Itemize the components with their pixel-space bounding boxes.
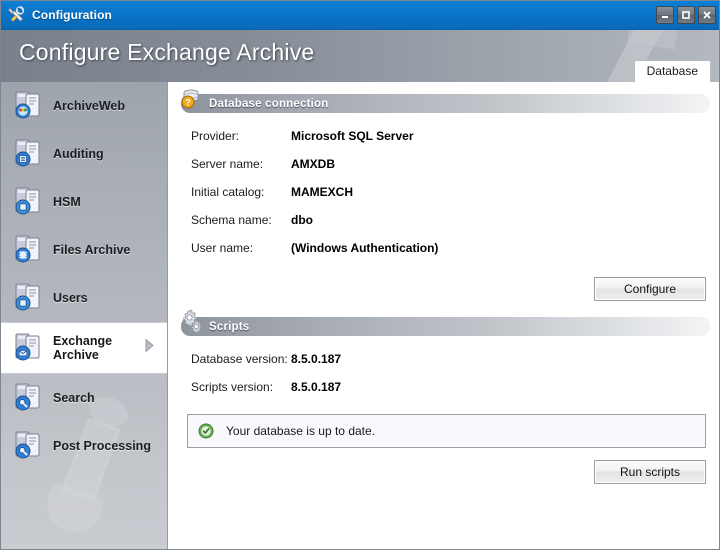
server-search-icon [12,382,44,414]
field-server-name: Server name: AMXDB [169,157,719,185]
field-label: Provider: [191,129,240,143]
window-title: Configuration [32,8,112,22]
page-header: Configure Exchange Archive Database [1,30,719,82]
sidebar-item-archiveweb[interactable]: ArchiveWeb [1,82,167,130]
status-message-box: Your database is up to date. [187,414,706,448]
field-value: 8.5.0.187 [291,380,342,394]
field-value: dbo [291,213,313,227]
sidebar-item-label: Users [53,290,88,305]
field-label: Schema name: [191,213,272,227]
section-title: Scripts [209,320,250,333]
field-provider: Provider: Microsoft SQL Server [169,129,719,157]
application-window: Configuration Configure Exchange Archive… [0,0,720,550]
field-value: (Windows Authentication) [291,241,439,255]
field-schema-name: Schema name: dbo [169,213,719,241]
section-header-database-connection: ? Database connection [181,89,710,113]
server-mail-icon [12,332,44,364]
server-users-icon [12,282,44,314]
configure-button[interactable]: Configure [594,277,706,301]
sidebar-item-search[interactable]: Search [1,374,167,422]
field-label: User name: [191,241,254,255]
sidebar-item-label: Search [53,390,95,405]
maximize-button[interactable] [677,6,695,24]
page-title: Configure Exchange Archive [19,39,315,65]
field-label: Initial catalog: [191,185,265,199]
server-audit-icon [12,138,44,170]
run-scripts-button[interactable]: Run scripts [594,460,706,484]
server-search-icon [12,430,44,462]
minimize-button[interactable] [656,6,674,24]
field-database-version: Database version: 8.5.0.187 [169,352,719,380]
section-title: Database connection [209,97,329,110]
svg-text:?: ? [185,97,191,107]
sidebar-item-exchange-archive[interactable]: Exchange Archive [1,322,167,374]
field-user-name: User name: (Windows Authentication) [169,241,719,269]
sidebar-item-users[interactable]: Users [1,274,167,322]
sidebar: ArchiveWeb Auditing HSM Files Archive Us… [1,82,168,549]
sidebar-item-label: ArchiveWeb [53,98,126,113]
field-value: MAMEXCH [291,185,353,199]
configure-button-row: Configure [169,277,719,301]
wrench-screwdriver-icon [7,6,25,24]
sidebar-item-post-processing[interactable]: Post Processing [1,422,167,470]
server-database-icon [12,234,44,266]
field-value: 8.5.0.187 [291,352,342,366]
sidebar-item-label: HSM [53,194,81,209]
gears-icon [179,309,205,335]
run-scripts-button-row: Run scripts [169,460,719,484]
sidebar-item-label: Exchange Archive [53,333,113,362]
main-content: ? Database connection Provider: Microsof… [169,82,719,549]
sidebar-item-files-archive[interactable]: Files Archive [1,226,167,274]
field-value: Microsoft SQL Server [291,129,414,143]
sidebar-item-label: Post Processing [53,438,151,453]
field-initial-catalog: Initial catalog: MAMEXCH [169,185,719,213]
tab-database[interactable]: Database [633,60,711,82]
server-web-icon [12,90,44,122]
sidebar-item-auditing[interactable]: Auditing [1,130,167,178]
field-label: Server name: [191,157,264,171]
field-label: Scripts version: [191,380,274,394]
check-circle-green-icon [198,423,214,439]
server-hsm-icon [12,186,44,218]
window-controls [656,6,716,24]
close-button[interactable] [698,6,716,24]
status-message: Your database is up to date. [226,424,376,438]
field-label: Database version: [191,352,288,366]
sidebar-item-label: Files Archive [53,242,131,257]
tab-strip: Database [633,60,719,82]
field-scripts-version: Scripts version: 8.5.0.187 [169,380,719,408]
sidebar-item-label: Auditing [53,146,104,161]
sidebar-item-hsm[interactable]: HSM [1,178,167,226]
title-bar: Configuration [1,1,719,30]
chevron-right-icon [144,338,155,358]
database-question-icon: ? [179,86,205,112]
section-header-scripts: Scripts [181,309,710,336]
field-value: AMXDB [291,157,335,171]
